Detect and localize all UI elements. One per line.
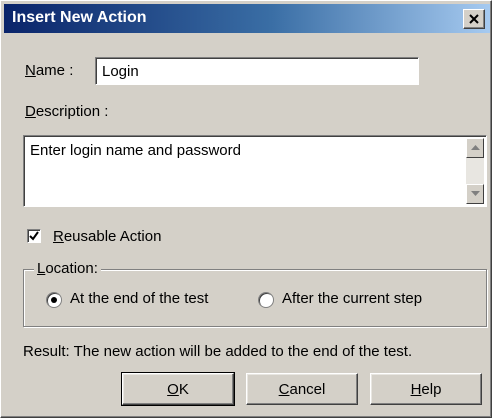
- cancel-button[interactable]: Cancel: [246, 373, 358, 405]
- arrow-up-icon: [470, 145, 480, 150]
- description-scrollbar[interactable]: [466, 138, 484, 204]
- insert-new-action-dialog: Insert New Action Name : Description : E…: [0, 0, 492, 418]
- location-groupbox: Location: At the end of the test After t…: [23, 260, 487, 327]
- name-input[interactable]: [95, 57, 419, 85]
- checkmark-icon: [29, 231, 39, 241]
- description-label: Description :: [25, 103, 109, 120]
- radio-selected-dot: [51, 297, 57, 303]
- reusable-action-checkbox[interactable]: [27, 229, 41, 243]
- radio-end-of-test[interactable]: [46, 292, 62, 308]
- result-text: Result: The new action will be added to …: [23, 343, 413, 360]
- radio-end-of-test-label[interactable]: At the end of the test: [70, 290, 208, 307]
- arrow-down-icon: [470, 191, 480, 196]
- close-icon: [469, 14, 479, 24]
- close-button[interactable]: [463, 9, 485, 29]
- scroll-up-button[interactable]: [466, 138, 484, 158]
- description-box: Enter login name and password: [23, 135, 487, 207]
- window-title: Insert New Action: [12, 9, 147, 26]
- radio-after-current-step-label[interactable]: After the current step: [282, 290, 422, 307]
- description-textarea[interactable]: Enter login name and password: [30, 142, 460, 202]
- location-legend: Location:: [34, 260, 101, 277]
- title-bar[interactable]: Insert New Action: [4, 4, 490, 33]
- name-label: Name :: [25, 62, 74, 79]
- reusable-action-label[interactable]: Reusable Action: [53, 228, 161, 245]
- help-button[interactable]: Help: [370, 373, 482, 405]
- scroll-down-button[interactable]: [466, 184, 484, 204]
- ok-button[interactable]: OK: [121, 372, 235, 406]
- radio-after-current-step[interactable]: [258, 292, 274, 308]
